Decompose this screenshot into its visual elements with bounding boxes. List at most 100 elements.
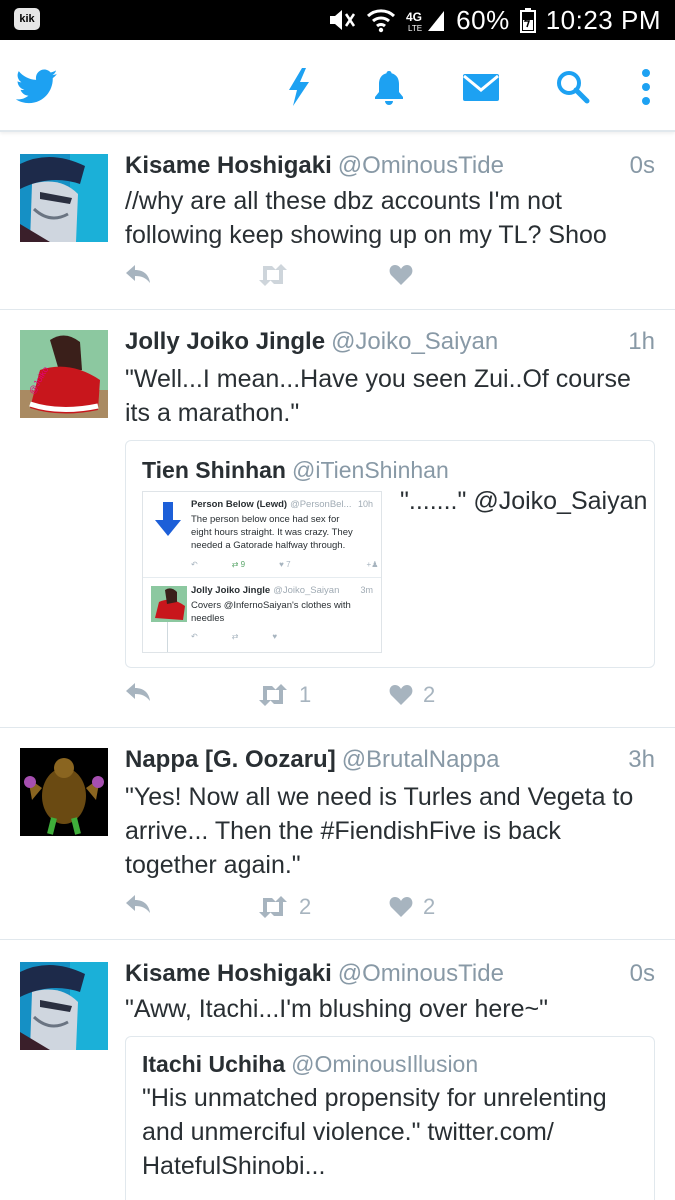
embedded-time: 3m: [360, 585, 373, 595]
quoted-author-name: Tien Shinhan: [142, 457, 286, 483]
tweet-text-line: //why are all these dbz accounts I'm not: [125, 187, 562, 215]
tweet-text-line: "Aww, Itachi...I'm blushing over here~": [125, 995, 548, 1023]
app-bar: [0, 40, 675, 132]
clock: 10:23 PM: [545, 4, 661, 35]
signal-icon: 4G LTE: [406, 7, 446, 33]
reply-icon: [126, 265, 150, 283]
mute-icon: [326, 7, 356, 33]
quoted-author-handle: @OminousIllusion: [291, 1051, 479, 1077]
like-button[interactable]: 2: [389, 682, 435, 708]
tweet-time: 3h: [628, 746, 655, 773]
quoted-tweet-text: "His unmatched propensity for unrelentin…: [142, 1081, 640, 1183]
author-name[interactable]: Kisame Hoshigaki: [125, 960, 332, 987]
embedded-tweet: Person Below (Lewd) @PersonBel... 10h The…: [143, 492, 381, 578]
tweet-text: "Yes! Now all we need is Turles and Vege…: [125, 780, 655, 882]
author-handle[interactable]: @OminousTide: [338, 152, 504, 179]
author-name[interactable]: Jolly Joiko Jingle: [125, 328, 325, 355]
avatar[interactable]: @Joiko: [20, 330, 108, 418]
embedded-text: The person below once had sex for eight …: [191, 513, 373, 552]
tweet-actions: 2 2: [125, 894, 525, 924]
battery-icon: [519, 7, 536, 33]
retweet-button[interactable]: [257, 264, 289, 286]
status-bar: kik 4G LTE 60% 10:23 PM: [0, 0, 675, 40]
tweet-time: 1h: [628, 328, 655, 355]
quoted-text-line: "His unmatched propensity for unrelentin…: [142, 1084, 607, 1112]
bell-icon[interactable]: [368, 66, 410, 108]
like-count: 2: [423, 682, 436, 707]
wifi-icon: [366, 7, 396, 33]
embedded-retweet-count: ⇄ 9: [231, 560, 246, 569]
tweet-actions: 1 2: [125, 682, 525, 712]
embedded-follow-icon: +♟: [366, 560, 379, 569]
author-handle[interactable]: @OminousTide: [338, 960, 504, 987]
kik-icon: kik: [14, 8, 40, 30]
quoted-tweet-text: "......." @Joiko_Saiyan: [400, 487, 648, 515]
battery-percent: 60%: [456, 4, 510, 35]
tweet-text-line: following keep showing up on my TL? Shoo: [125, 221, 607, 249]
twitter-bird-icon[interactable]: [14, 66, 60, 108]
quoted-text-line: HatefulShinobi...: [142, 1152, 326, 1180]
tweet[interactable]: Kisame Hoshigaki @OminousTide 0s //why ar…: [0, 134, 675, 310]
tweet-time: 0s: [629, 152, 655, 179]
avatar[interactable]: [20, 748, 108, 836]
reply-button[interactable]: [125, 894, 151, 914]
reply-icon: [126, 895, 150, 913]
tweet-text-line: its a marathon.": [125, 399, 300, 427]
embedded-author-handle: @PersonBel...: [290, 499, 352, 510]
retweet-icon: [259, 684, 287, 706]
embedded-text-line: needles: [191, 613, 225, 624]
embedded-text-line: The person below once had sex for: [191, 514, 340, 525]
quoted-tweet[interactable]: Tien Shinhan @iTienShinhan Person Below (…: [125, 440, 655, 668]
embedded-reply-icon: ↶: [191, 632, 198, 641]
author-name[interactable]: Nappa [G. Oozaru]: [125, 746, 336, 773]
like-button[interactable]: [389, 264, 413, 286]
embedded-avatar: [151, 586, 187, 622]
avatar[interactable]: [20, 962, 108, 1050]
avatar[interactable]: [20, 154, 108, 242]
retweet-count: 2: [299, 894, 312, 919]
like-count: 2: [423, 894, 436, 919]
tweet-time: 0s: [629, 960, 655, 987]
embedded-tweet: Jolly Joiko Jingle @Joiko_Saiyan 3m Cover…: [143, 578, 381, 652]
quoted-author-handle: @iTienShinhan: [291, 457, 449, 483]
search-icon[interactable]: [552, 66, 594, 108]
author-handle[interactable]: @BrutalNappa: [342, 746, 500, 773]
embedded-author-name: Jolly Joiko Jingle: [191, 585, 271, 596]
tweet-text: //why are all these dbz accounts I'm not…: [125, 184, 655, 252]
mail-icon[interactable]: [460, 66, 502, 108]
reply-button[interactable]: [125, 264, 151, 284]
embedded-text-line: Covers @InfernoSaiyan's clothes with: [191, 600, 351, 611]
reply-button[interactable]: [125, 682, 151, 702]
heart-icon: [389, 265, 413, 285]
tweet-text-line: "Yes! Now all we need is Turles and Vege…: [125, 783, 634, 811]
embedded-like-count: ♥ 7: [279, 560, 291, 569]
overflow-menu-icon[interactable]: [628, 66, 664, 108]
retweet-button[interactable]: 1: [257, 682, 311, 708]
embedded-author-handle: @Joiko_Saiyan: [273, 585, 340, 596]
lightning-icon[interactable]: [278, 66, 320, 108]
tweet-text-line: "Well...I mean...Have you seen Zui..Of c…: [125, 365, 631, 393]
embedded-text: Covers @InfernoSaiyan's clothes with nee…: [191, 599, 373, 625]
quoted-author-name: Itachi Uchiha: [142, 1051, 286, 1077]
quoted-text-line: and unmerciful violence." twitter.com/: [142, 1118, 554, 1146]
tweet-actions: [125, 264, 525, 294]
tweet[interactable]: Kisame Hoshigaki @OminousTide 0s "Aww, It…: [0, 940, 675, 1200]
tweet[interactable]: @Joiko Jolly Joiko Jingle @Joiko_Saiyan 1…: [0, 310, 675, 728]
reply-icon: [126, 683, 150, 701]
heart-icon: [389, 897, 413, 917]
embedded-text-line: eight hours straight. It was crazy. They: [191, 527, 353, 538]
embedded-heart-icon: ♥: [272, 632, 278, 641]
like-button[interactable]: 2: [389, 894, 435, 920]
retweet-icon: [259, 264, 287, 286]
embedded-retweet-icon: ⇄: [231, 632, 239, 641]
author-handle[interactable]: @Joiko_Saiyan: [331, 328, 498, 355]
tweet[interactable]: Nappa [G. Oozaru] @BrutalNappa 3h "Yes! N…: [0, 728, 675, 940]
quoted-tweet[interactable]: Itachi Uchiha @OminousIllusion "His unmat…: [125, 1036, 655, 1200]
svg-text:4G: 4G: [406, 10, 422, 24]
retweet-button[interactable]: 2: [257, 894, 311, 920]
embedded-time: 10h: [357, 499, 373, 509]
svg-text:LTE: LTE: [408, 24, 422, 33]
retweet-icon: [259, 896, 287, 918]
heart-icon: [389, 685, 413, 705]
author-name[interactable]: Kisame Hoshigaki: [125, 152, 332, 179]
